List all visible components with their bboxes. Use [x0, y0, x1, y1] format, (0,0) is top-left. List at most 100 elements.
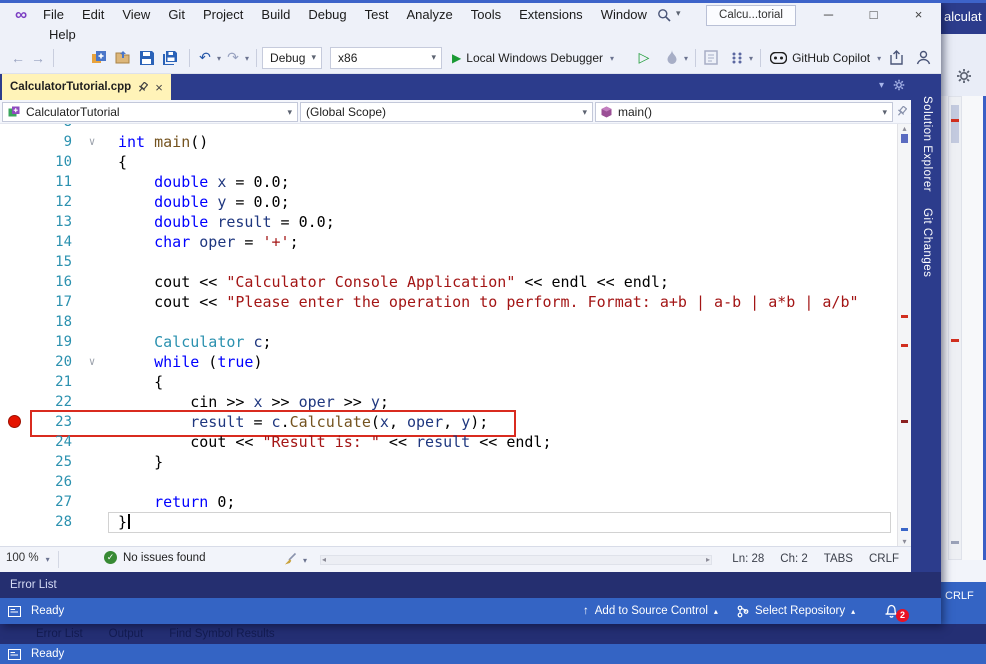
add-to-source-control-button[interactable]: ↑ Add to Source Control ▴	[583, 598, 718, 624]
code-line-27[interactable]: 27 return 0;	[0, 492, 897, 512]
background-panel-tab-output[interactable]: Output	[109, 628, 144, 640]
code-line-9[interactable]: 9∨int main()	[0, 132, 897, 152]
project-dropdown[interactable]: CalculatorTutorial ▾	[2, 102, 298, 122]
breakpoint-margin[interactable]	[0, 132, 28, 152]
menu-help[interactable]: Help	[40, 27, 85, 43]
editor-vertical-scrollbar[interactable]: ▴ ▾	[897, 124, 911, 546]
breakpoint-margin[interactable]	[0, 212, 28, 232]
tab-settings-gear-icon[interactable]	[893, 79, 905, 91]
code-line-10[interactable]: 10{	[0, 152, 897, 172]
redo-caret-icon[interactable]: ▾	[243, 54, 251, 63]
code-cleanup-button[interactable]: ▾	[283, 552, 309, 566]
member-dropdown[interactable]: main() ▾	[595, 102, 893, 122]
code-line-28[interactable]: 28}	[0, 512, 897, 532]
breakpoint-margin[interactable]	[0, 272, 28, 292]
maximize-button[interactable]: □	[851, 2, 896, 28]
breakpoint-margin[interactable]	[0, 372, 28, 392]
save-icon[interactable]	[137, 47, 157, 69]
breakpoint-margin[interactable]	[0, 192, 28, 212]
scope-dropdown[interactable]: (Global Scope) ▾	[300, 102, 593, 122]
code-line-17[interactable]: 17 cout << "Please enter the operation t…	[0, 292, 897, 312]
side-tab-git-changes[interactable]: Git Changes	[919, 208, 933, 277]
menu-edit[interactable]: Edit	[73, 3, 113, 27]
breakpoint-margin[interactable]	[0, 472, 28, 492]
scroll-up-arrow-icon[interactable]: ▴	[898, 124, 911, 133]
scroll-right-arrow-icon[interactable]: ▸	[706, 555, 710, 564]
code-line-13[interactable]: 13 double result = 0.0;	[0, 212, 897, 232]
intellitrace-caret-icon[interactable]: ▾	[747, 54, 755, 63]
open-file-icon[interactable]	[113, 47, 133, 69]
menu-file[interactable]: File	[34, 3, 73, 27]
code-line-14[interactable]: 14 char oper = '+';	[0, 232, 897, 252]
code-line-25[interactable]: 25 }	[0, 452, 897, 472]
close-button[interactable]: ×	[896, 2, 941, 28]
breakpoint-margin[interactable]	[0, 172, 28, 192]
intellitrace-icon[interactable]	[727, 47, 747, 69]
fold-chevron-icon[interactable]: ∨	[72, 352, 112, 372]
navbar-pin-icon[interactable]	[897, 106, 907, 117]
error-list-tab[interactable]: Error List	[0, 579, 57, 591]
menu-analyze[interactable]: Analyze	[397, 3, 461, 27]
hot-reload-icon[interactable]	[662, 47, 682, 69]
github-copilot-button[interactable]: GitHub Copilot ▾	[770, 51, 883, 65]
navigate-backward-icon[interactable]: ←	[8, 47, 28, 69]
breakpoint-margin[interactable]	[0, 412, 28, 432]
undo-caret-icon[interactable]: ▾	[215, 54, 223, 63]
breakpoint-margin[interactable]	[0, 252, 28, 272]
menu-window[interactable]: Window	[592, 3, 656, 27]
solution-platform-dropdown[interactable]: x86 ▾	[330, 47, 442, 69]
solution-configuration-dropdown[interactable]: Debug ▾	[262, 47, 322, 69]
side-tab-solution-explorer[interactable]: Solution Explorer	[919, 96, 933, 192]
minimize-button[interactable]: ─	[806, 2, 851, 28]
breakpoint-icon[interactable]	[8, 415, 21, 428]
code-line-15[interactable]: 15	[0, 252, 897, 272]
scroll-down-arrow-icon[interactable]: ▾	[898, 537, 911, 546]
code-line-26[interactable]: 26	[0, 472, 897, 492]
pin-tab-icon[interactable]	[138, 82, 148, 93]
breakpoint-margin[interactable]	[0, 492, 28, 512]
code-line-23[interactable]: 23 result = c.Calculate(x, oper, y);	[0, 412, 897, 432]
editor-horizontal-scrollbar[interactable]: ◂ ▸	[320, 555, 712, 565]
user-profile-icon[interactable]	[916, 50, 931, 65]
share-icon[interactable]	[889, 50, 904, 65]
search-input[interactable]: Calcu...torial	[706, 5, 796, 26]
close-tab-icon[interactable]: ×	[155, 81, 163, 94]
scrollbar-thumb[interactable]	[901, 134, 908, 143]
hot-reload-caret-icon[interactable]: ▾	[682, 54, 690, 63]
new-project-icon[interactable]	[89, 47, 109, 69]
menu-debug[interactable]: Debug	[299, 3, 355, 27]
code-line-19[interactable]: 19 Calculator c;	[0, 332, 897, 352]
save-all-icon[interactable]	[161, 47, 181, 69]
code-line-24[interactable]: 24 cout << "Result is: " << result << en…	[0, 432, 897, 452]
breakpoint-margin[interactable]	[0, 292, 28, 312]
search-scope-caret-icon[interactable]: ▾	[676, 8, 681, 19]
breakpoint-margin[interactable]	[0, 392, 28, 412]
break-all-icon[interactable]	[701, 47, 721, 69]
scroll-left-arrow-icon[interactable]: ◂	[322, 555, 326, 564]
start-debugging-button[interactable]: ▶ Local Windows Debugger ▾	[452, 51, 616, 65]
document-tab-calculatortutorial[interactable]: CalculatorTutorial.cpp ×	[2, 74, 171, 100]
breakpoint-margin[interactable]	[0, 152, 28, 172]
menu-build[interactable]: Build	[252, 3, 299, 27]
breakpoint-margin[interactable]	[0, 432, 28, 452]
navigate-forward-icon[interactable]: →	[28, 47, 48, 69]
menu-tools[interactable]: Tools	[462, 3, 510, 27]
breakpoint-margin[interactable]	[0, 124, 28, 132]
window-list-chevron-icon[interactable]: ▾	[879, 80, 884, 91]
redo-icon[interactable]: ↷	[223, 47, 243, 69]
menu-extensions[interactable]: Extensions	[510, 3, 592, 27]
menu-git[interactable]: Git	[159, 3, 194, 27]
breakpoint-margin[interactable]	[0, 512, 28, 532]
background-panel-tab-find-symbol-results[interactable]: Find Symbol Results	[169, 628, 274, 640]
undo-icon[interactable]: ↶	[195, 47, 215, 69]
menu-view[interactable]: View	[113, 3, 159, 27]
breakpoint-margin[interactable]	[0, 452, 28, 472]
breakpoint-margin[interactable]	[0, 232, 28, 252]
breakpoint-margin[interactable]	[0, 352, 28, 372]
code-line-11[interactable]: 11 double x = 0.0;	[0, 172, 897, 192]
menu-project[interactable]: Project	[194, 3, 252, 27]
start-without-debugging-icon[interactable]: ▷	[634, 47, 654, 69]
breakpoint-margin[interactable]	[0, 332, 28, 352]
zoom-dropdown[interactable]: 100 % ▾	[6, 552, 52, 564]
code-line-22[interactable]: 22 cin >> x >> oper >> y;	[0, 392, 897, 412]
